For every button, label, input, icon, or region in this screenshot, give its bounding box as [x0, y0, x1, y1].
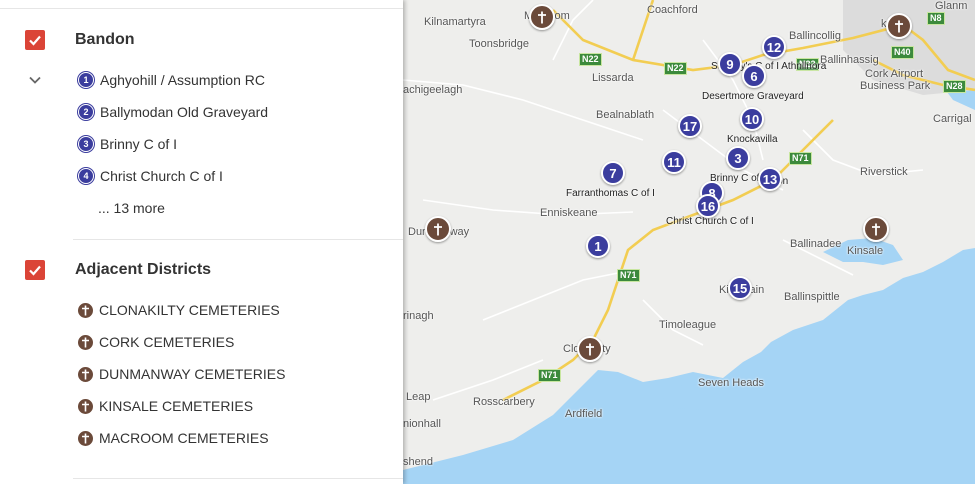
number-marker-icon: 4: [78, 168, 94, 184]
map-label: Glanm: [935, 0, 968, 12]
bandon-title: Bandon: [75, 31, 135, 48]
cross-icon: [538, 11, 546, 23]
cross-icon: [78, 398, 93, 414]
item-label: MACROOM CEMETERIES: [99, 430, 269, 446]
list-item[interactable]: MACROOM CEMETERIES: [78, 428, 269, 448]
divider: [73, 478, 403, 479]
map-label: Riverstick: [860, 166, 908, 178]
map-label: Ballinspittle: [784, 291, 840, 303]
sidebar: Bandon 1 Aghyohill / Assumption RC 2 Bal…: [0, 0, 403, 484]
map-label: Enniskeane: [540, 207, 598, 219]
map-label: nionhall: [403, 418, 441, 430]
more-link[interactable]: ... 13 more: [98, 200, 165, 216]
map-label: Timoleague: [659, 319, 717, 331]
map-canvas[interactable]: N22 N22 N22 N8 N40 N28 N71 N71 N71 Kilna…: [403, 0, 975, 484]
cemetery-district-marker[interactable]: [425, 216, 451, 242]
list-item[interactable]: 4 Christ Church C of I: [78, 166, 223, 186]
cross-icon: [78, 302, 93, 318]
road-shield: N71: [538, 369, 561, 382]
divider: [73, 239, 403, 240]
list-item[interactable]: 3 Brinny C of I: [78, 134, 177, 154]
cemetery-marker[interactable]: 1: [586, 234, 610, 258]
item-label: CORK CEMETERIES: [99, 334, 235, 350]
map-label: achigeelagh: [403, 84, 463, 96]
map-label: Coachford: [647, 4, 698, 16]
map-label: Ardfield: [565, 408, 603, 420]
map-label: Toonsbridge: [469, 38, 529, 50]
cemetery-marker[interactable]: 15: [728, 276, 752, 300]
map-label: Carrigal: [933, 113, 972, 125]
cemetery-marker[interactable]: 7: [601, 161, 625, 185]
map-label: Ballinadee: [790, 238, 842, 250]
cross-icon: [78, 366, 93, 382]
item-label: Ballymodan Old Graveyard: [100, 104, 269, 120]
cemetery-district-marker[interactable]: [863, 216, 889, 242]
map-label: rinagh: [403, 310, 434, 322]
cross-icon: [78, 430, 93, 446]
divider: [0, 8, 403, 9]
cemetery-marker[interactable]: 17: [678, 114, 702, 138]
check-icon: [29, 265, 41, 276]
cross-icon: [78, 334, 93, 350]
map-label: Bealnablath: [596, 109, 655, 121]
cross-icon: [586, 343, 594, 355]
map-label: Business Park: [860, 80, 931, 92]
number-marker-icon: 2: [78, 104, 94, 120]
item-label: CLONAKILTY CEMETERIES: [99, 302, 280, 318]
item-label: Aghyohill / Assumption RC: [100, 72, 265, 88]
cemetery-marker[interactable]: 13: [758, 167, 782, 191]
cemetery-label: Farranthomas C of I: [566, 188, 655, 199]
cemetery-label: Knockavilla: [727, 134, 778, 145]
road-shield: N71: [789, 152, 812, 165]
cemetery-marker[interactable]: 6: [742, 64, 766, 88]
cross-icon: [895, 20, 903, 32]
cemetery-marker[interactable]: 16: [696, 194, 720, 218]
number-marker-icon: 3: [78, 136, 94, 152]
map-label: Ballincollig: [789, 30, 841, 42]
list-item[interactable]: KINSALE CEMETERIES: [78, 396, 253, 416]
item-label: Christ Church C of I: [100, 168, 223, 184]
map-label: Ballinhassig: [820, 54, 879, 66]
item-label: DUNMANWAY CEMETERIES: [99, 366, 286, 382]
road-shield: N22: [579, 53, 602, 66]
item-label: KINSALE CEMETERIES: [99, 398, 254, 414]
cemetery-marker[interactable]: 11: [662, 150, 686, 174]
bandon-checkbox[interactable]: [25, 30, 45, 50]
road-shield: N40: [891, 46, 914, 59]
map-label: shend: [403, 456, 433, 468]
road-shield: N22: [664, 62, 687, 75]
map-label: Cork Airport: [865, 68, 924, 80]
map-label: Rosscarbery: [473, 396, 535, 408]
road-shield: N8: [927, 12, 945, 25]
chevron-down-icon[interactable]: [27, 72, 43, 88]
cemetery-marker[interactable]: 9: [718, 52, 742, 76]
list-item[interactable]: 2 Ballymodan Old Graveyard: [78, 102, 268, 122]
map-label: Seven Heads: [698, 377, 765, 389]
cross-icon: [434, 223, 442, 235]
cemetery-label: Desertmore Graveyard: [702, 91, 804, 102]
number-marker-icon: 1: [78, 72, 94, 88]
cemetery-district-marker[interactable]: [886, 13, 912, 39]
cemetery-district-marker[interactable]: [577, 336, 603, 362]
road-shield: N71: [617, 269, 640, 282]
list-item[interactable]: CORK CEMETERIES: [78, 332, 234, 352]
cemetery-marker[interactable]: 3: [726, 146, 750, 170]
list-item[interactable]: DUNMANWAY CEMETERIES: [78, 364, 285, 384]
list-item[interactable]: 1 Aghyohill / Assumption RC: [78, 70, 265, 90]
item-label: Brinny C of I: [100, 136, 178, 152]
cemetery-district-marker[interactable]: [529, 4, 555, 30]
map-label: Kilnamartyra: [424, 16, 486, 28]
map-label: Lissarda: [592, 72, 634, 84]
cemetery-marker[interactable]: 10: [740, 107, 764, 131]
adjacent-title: Adjacent Districts: [75, 261, 212, 278]
cemetery-marker[interactable]: 12: [762, 35, 786, 59]
adjacent-checkbox[interactable]: [25, 260, 45, 280]
map-label: Leap: [406, 391, 431, 403]
list-item[interactable]: CLONAKILTY CEMETERIES: [78, 300, 280, 320]
cross-icon: [872, 223, 880, 235]
check-icon: [29, 35, 41, 46]
road-shield: N28: [943, 80, 966, 93]
map-label: Kinsale: [847, 245, 884, 257]
